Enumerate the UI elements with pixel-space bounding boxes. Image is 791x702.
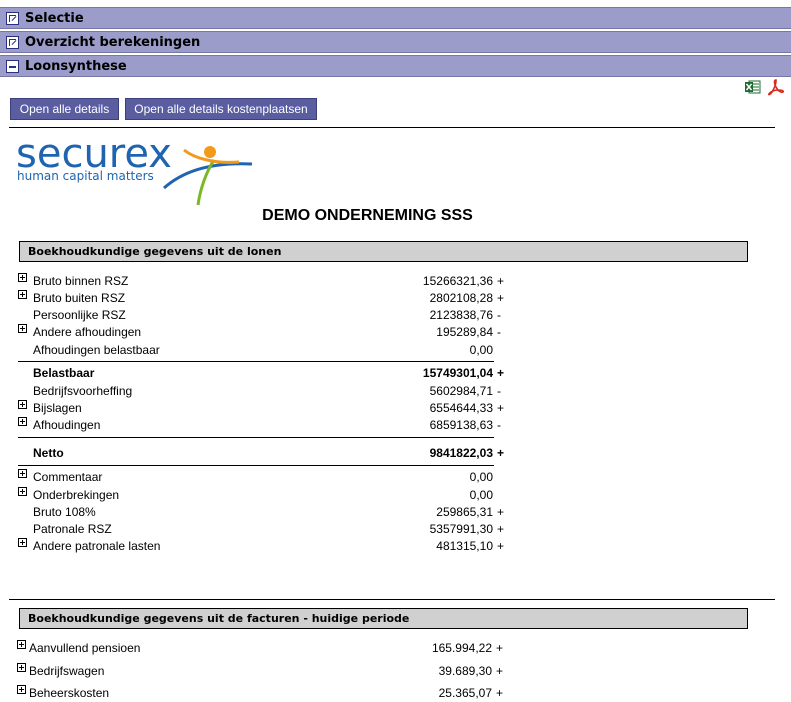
- excel-export-icon[interactable]: [745, 80, 761, 94]
- accordion-label: Loonsynthese: [25, 58, 127, 74]
- table-row: Bruto 108% 259865,31 +: [33, 505, 505, 519]
- securex-logo: securex human capital matters: [16, 131, 253, 206]
- expand-plus-icon[interactable]: [18, 417, 27, 426]
- table-row: Onderbrekingen 0,00: [18, 487, 518, 504]
- expand-plus-icon[interactable]: [17, 663, 26, 672]
- expand-plus-icon[interactable]: [17, 685, 26, 694]
- divider: [18, 361, 494, 362]
- accordion-label: Overzicht berekeningen: [25, 34, 201, 50]
- table-row: Beheerskosten 25.365,07 +: [17, 685, 517, 702]
- accordion-loonsynthese[interactable]: Loonsynthese: [0, 55, 791, 77]
- expand-icon[interactable]: [6, 35, 19, 49]
- table-row: Bedrijfswagen 39.689,30 +: [17, 663, 517, 680]
- open-all-cost-centers-button[interactable]: Open alle details kostenplaatsen: [125, 98, 317, 120]
- table-row: Afhoudingen belastbaar 0,00: [33, 343, 493, 357]
- expand-plus-icon[interactable]: [18, 538, 27, 547]
- table-row: Bruto buiten RSZ 2802108,28 +: [18, 290, 518, 307]
- collapse-icon[interactable]: [6, 59, 19, 73]
- table-row: Commentaar 0,00: [18, 469, 518, 486]
- table-row: Patronale RSZ 5357991,30 +: [33, 522, 505, 536]
- expand-plus-icon[interactable]: [18, 324, 27, 333]
- expand-plus-icon[interactable]: [18, 400, 27, 409]
- divider: [18, 465, 494, 466]
- divider: [18, 437, 494, 438]
- accordion-selectie[interactable]: Selectie: [0, 7, 791, 29]
- section-header-facturen: Boekhoudkundige gegevens uit de facturen…: [19, 608, 748, 629]
- table-row-total: Netto 9841822,03 +: [33, 446, 505, 460]
- table-row: Bruto binnen RSZ 15266321,36 +: [18, 273, 518, 290]
- table-row: Andere afhoudingen 195289,84-: [18, 324, 518, 341]
- company-name: DEMO ONDERNEMING SSS: [262, 207, 473, 224]
- accordion-label: Selectie: [25, 10, 84, 26]
- expand-plus-icon[interactable]: [18, 487, 27, 496]
- logo-tagline: human capital matters: [17, 169, 154, 183]
- section-header-lonen: Boekhoudkundige gegevens uit de lonen: [19, 241, 748, 262]
- table-row-total: Belastbaar 15749301,04 +: [33, 366, 505, 380]
- divider: [9, 599, 775, 600]
- table-row: Persoonlijke RSZ 2123838,76-: [33, 308, 501, 322]
- expand-plus-icon[interactable]: [17, 640, 26, 649]
- table-row: Bijslagen 6554644,33 +: [18, 400, 518, 417]
- expand-plus-icon[interactable]: [18, 290, 27, 299]
- expand-plus-icon[interactable]: [18, 273, 27, 282]
- table-row: Aanvullend pensioen 165.994,22 +: [17, 640, 517, 657]
- table-row: Afhoudingen 6859138,63-: [18, 417, 518, 434]
- expand-icon[interactable]: [6, 11, 19, 25]
- table-row: Bedrijfsvoorheffing 5602984,71-: [33, 384, 501, 398]
- accordion-overzicht-berekeningen[interactable]: Overzicht berekeningen: [0, 31, 791, 53]
- pdf-export-icon[interactable]: [767, 78, 785, 96]
- divider: [9, 127, 775, 128]
- open-all-details-button[interactable]: Open alle details: [10, 98, 119, 120]
- expand-plus-icon[interactable]: [18, 469, 27, 478]
- table-row: Andere patronale lasten 481315,10 +: [18, 538, 518, 555]
